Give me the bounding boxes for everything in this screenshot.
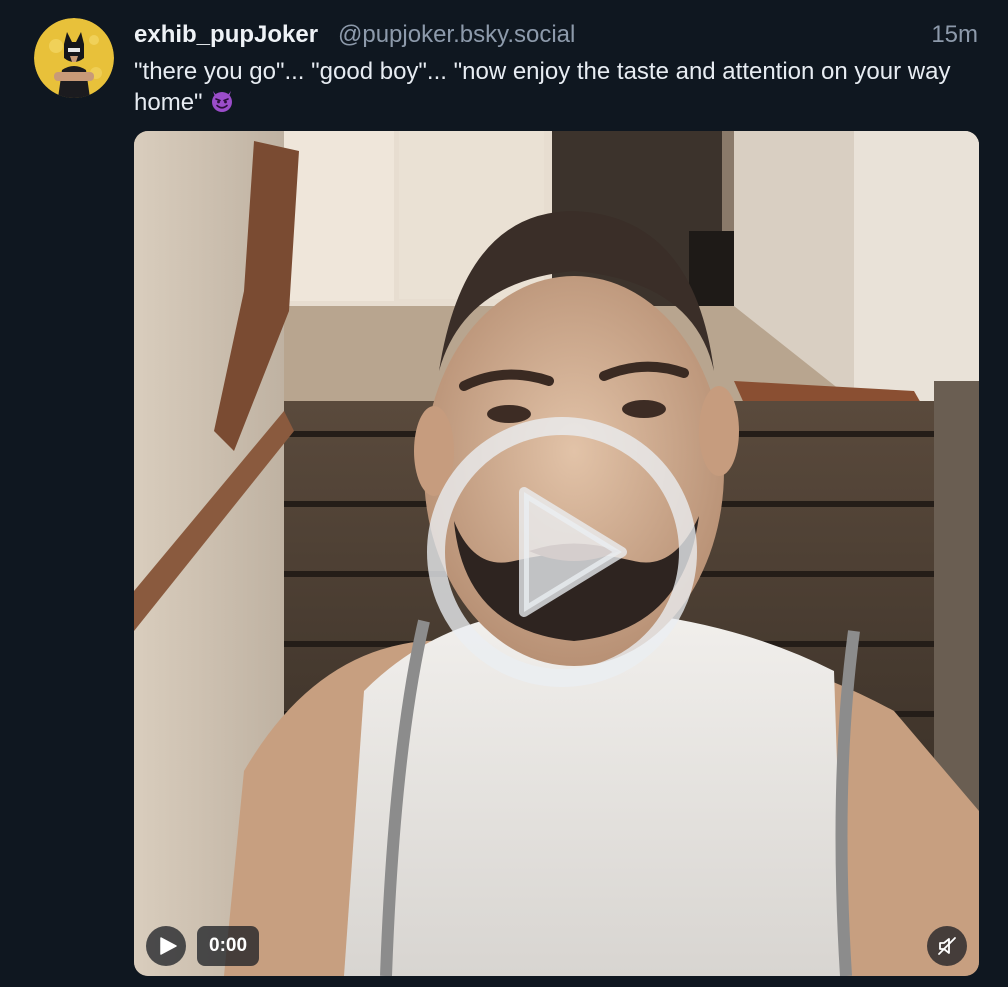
video-time-label: 0:00 xyxy=(197,926,260,966)
author-display-name[interactable]: exhib_pupJoker xyxy=(134,20,318,50)
author-avatar[interactable] xyxy=(34,18,114,98)
speaker-muted-icon xyxy=(938,937,956,955)
author-handle[interactable]: @pupjoker.bsky.social xyxy=(338,20,575,50)
video-player[interactable]: 0:00 xyxy=(134,131,979,976)
post-text: "there you go"... "good boy"... "now enj… xyxy=(134,56,974,121)
post-header: exhib_pupJoker @pupjoker.bsky.social 15m xyxy=(134,20,978,50)
mute-toggle-button[interactable] xyxy=(927,926,967,966)
play-button[interactable] xyxy=(146,926,186,966)
play-overlay-button[interactable] xyxy=(424,414,700,690)
post-card[interactable]: exhib_pupJoker @pupjoker.bsky.social 15m… xyxy=(0,0,1008,987)
smiling-face-with-horns-emoji-icon xyxy=(209,87,235,121)
play-icon xyxy=(160,937,177,955)
post-text-content: "there you go"... "good boy"... "now enj… xyxy=(134,58,951,116)
play-circle-icon xyxy=(427,417,697,687)
post-timestamp[interactable]: 15m xyxy=(931,20,978,50)
